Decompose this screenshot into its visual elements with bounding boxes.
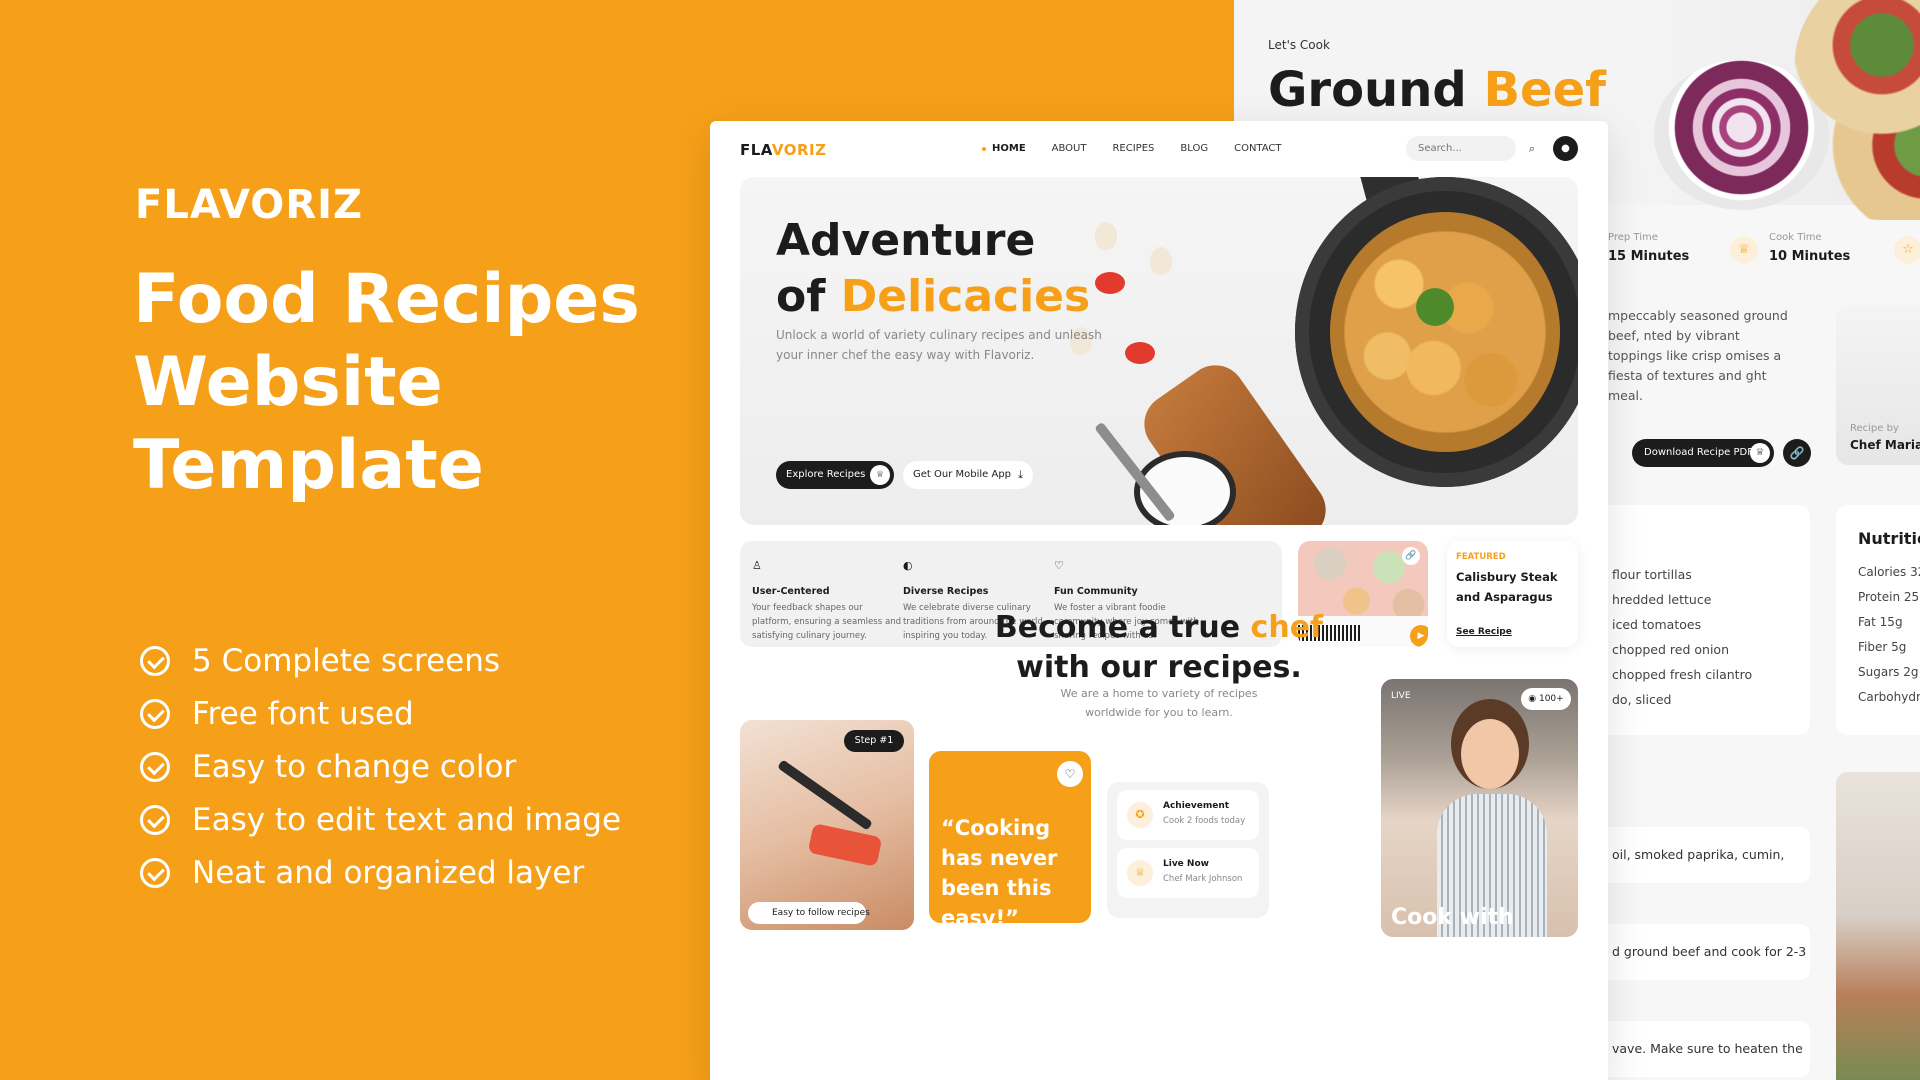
medal-icon: ✪	[1127, 802, 1153, 828]
live-now-card[interactable]: ♕ Live Now Chef Mark Johnson	[1117, 848, 1259, 898]
ingredient-item: iced tomatoes	[1612, 617, 1702, 632]
chili-image	[1125, 342, 1155, 364]
quote-text: “Cooking has never been this easy!”	[941, 816, 1058, 930]
promo-headline: Food Recipes Website Template	[133, 260, 640, 505]
cook-time-value: 10 Minutes	[1769, 249, 1851, 264]
featured-tag: FEATURED	[1456, 552, 1506, 562]
chef-hat-icon: ♕	[1127, 860, 1153, 886]
heart-icon: ♡	[1054, 559, 1064, 572]
prep-time-label: Prep Time	[1608, 232, 1658, 243]
hero-banner: Adventure of Delicacies Unlock a world of…	[740, 177, 1578, 525]
check-circle-icon	[140, 698, 170, 729]
nutrition-item: Protein 25	[1858, 590, 1920, 604]
ingredient-item: flour tortillas	[1612, 567, 1692, 582]
knife-image	[777, 759, 873, 831]
nutrition-item: Calories 32	[1858, 565, 1920, 579]
promo-feature: Free font used	[140, 687, 621, 740]
hero-subtitle: Unlock a world of variety culinary recip…	[776, 328, 1102, 362]
nutrition-card: Nutritio Calories 32 Protein 25 Fat 15g …	[1836, 505, 1920, 735]
recipe-eyebrow: Let's Cook	[1268, 38, 1330, 52]
recipe-by-label: Recipe by	[1850, 423, 1899, 434]
top-nav: FLAVORIZ HOME ABOUT RECIPES BLOG CONTACT…	[710, 121, 1608, 177]
eye-icon: ◉	[1528, 694, 1539, 704]
nutrition-item: Fat 15g	[1858, 615, 1903, 629]
section-subtitle: We are a home to variety of recipes worl…	[1060, 687, 1258, 719]
download-icon: ⤓	[1018, 468, 1023, 481]
step-badge: Step #1	[844, 730, 904, 752]
easy-recipes-pill: Easy to follow recipes	[748, 902, 870, 924]
cook-time-label: Cook Time	[1769, 232, 1822, 243]
check-circle-icon	[140, 804, 170, 835]
cook-with-title: Cook with	[1391, 905, 1514, 930]
promo-feature: Easy to change color	[140, 740, 621, 793]
search-input[interactable]	[1406, 136, 1516, 161]
check-circle-icon	[140, 645, 170, 676]
live-chef-card[interactable]: LIVE ◉ 100+ Cook with	[1381, 679, 1578, 937]
achievement-card[interactable]: ✪ Achievement Cook 2 foods today	[1117, 790, 1259, 840]
nutrition-item: Fiber 5g	[1858, 640, 1907, 654]
promo-feature: Easy to edit text and image	[140, 793, 621, 846]
explore-recipes-button[interactable]: Explore Recipes ♕	[776, 461, 894, 489]
copy-link-button[interactable]: 🔗	[1783, 439, 1811, 467]
chef-name: Chef Maria F	[1850, 438, 1920, 452]
prep-time-value: 15 Minutes	[1608, 249, 1690, 264]
heart-icon[interactable]: ♡	[1057, 761, 1083, 787]
promo-feature: Neat and organized layer	[140, 846, 621, 899]
ingredient-item: chopped red onion	[1612, 642, 1729, 657]
promo-feature: 5 Complete screens	[140, 634, 621, 687]
check-circle-icon	[140, 857, 170, 888]
recipe-title: Ground Beef	[1268, 62, 1607, 118]
download-recipe-button[interactable]: Download Recipe PDF ♕	[1632, 439, 1774, 467]
contrast-icon: ◐	[903, 559, 913, 572]
nutrition-item: Carbohydr	[1858, 690, 1920, 704]
kitchen-image	[1836, 772, 1920, 1080]
quote-card: ♡ “Cooking has never been this easy!”	[929, 751, 1091, 930]
nav-blog[interactable]: BLOG	[1180, 143, 1208, 154]
get-mobile-app-button[interactable]: Get Our Mobile App ⤓	[903, 461, 1033, 489]
hero-title: Adventure of Delicacies	[776, 215, 1091, 322]
ingredient-item: do, sliced	[1612, 692, 1672, 707]
link-icon[interactable]: 🔗	[1402, 547, 1420, 565]
activity-panel: ✪ Achievement Cook 2 foods today ♕ Live …	[1107, 782, 1269, 918]
star-icon: ☆	[1894, 236, 1920, 264]
chef-hat-icon: ♕	[1730, 236, 1758, 264]
site-logo[interactable]: FLAVORIZ	[740, 141, 827, 159]
ingredient-item: chopped fresh cilantro	[1612, 667, 1753, 682]
promo-feature-list: 5 Complete screens Free font used Easy t…	[140, 634, 621, 899]
home-screen: FLAVORIZ HOME ABOUT RECIPES BLOG CONTACT…	[710, 121, 1608, 1080]
chef-hat-icon: ♕	[1750, 443, 1770, 463]
user-account-icon[interactable]: ●	[1553, 136, 1578, 161]
nav-home[interactable]: HOME	[982, 143, 1026, 154]
nav-about[interactable]: ABOUT	[1052, 143, 1087, 154]
search-icon[interactable]: ⌕	[1520, 136, 1544, 161]
view-count-badge: ◉ 100+	[1521, 688, 1571, 710]
nav-recipes[interactable]: RECIPES	[1112, 143, 1154, 154]
chili-image	[1095, 272, 1125, 294]
user-icon: ♙	[752, 559, 762, 572]
featured-title: Calisbury Steak and Asparagus	[1456, 570, 1558, 604]
main-menu: HOME ABOUT RECIPES BLOG CONTACT	[982, 143, 1308, 154]
chef-card[interactable]: Recipe by Chef Maria F	[1836, 305, 1920, 465]
chef-portrait	[1461, 719, 1519, 789]
check-circle-icon	[140, 751, 170, 782]
garlic-image	[1150, 247, 1172, 275]
nutrition-item: Sugars 2g	[1858, 665, 1919, 679]
step-card[interactable]: Step #1 Easy to follow recipes	[740, 720, 914, 930]
garlic-image	[1095, 222, 1117, 250]
chef-hat-icon: ♕	[870, 465, 890, 485]
promo-brand: FLAVORIZ	[135, 182, 363, 228]
section-title: Become a true chef with our recipes.	[994, 610, 1324, 685]
tacos-image	[1794, 0, 1920, 220]
tomato-image	[807, 823, 883, 867]
dill-image	[1400, 267, 1470, 347]
live-tag: LIVE	[1391, 691, 1411, 701]
nutrition-title: Nutritio	[1858, 529, 1920, 548]
nav-contact[interactable]: CONTACT	[1234, 143, 1281, 154]
ingredient-item: hredded lettuce	[1612, 592, 1712, 607]
